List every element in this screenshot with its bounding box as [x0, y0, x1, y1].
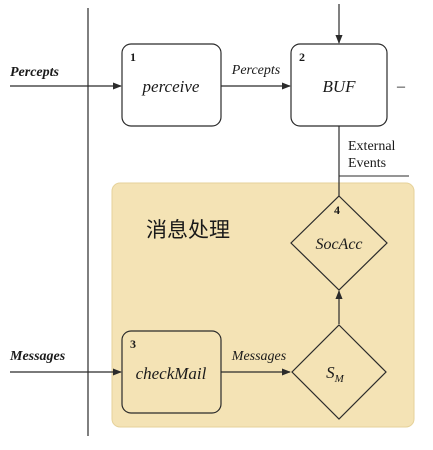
perceive-node-label: perceive	[142, 77, 200, 96]
region-label: 消息处理	[146, 218, 230, 242]
perceive-to-buf-label: Percepts	[231, 63, 281, 78]
buf-node-number: 2	[299, 50, 305, 64]
check-mail-node-label: checkMail	[136, 364, 207, 383]
percepts-input-label: Percepts	[10, 65, 60, 80]
buf-node-label: BUF	[322, 77, 356, 96]
external-events-label-line1: External	[348, 139, 396, 154]
diagram-canvas: 消息处理 Percepts Messages 1 perceive Percep…	[0, 0, 433, 450]
soc-acc-node-number: 4	[334, 203, 340, 217]
buf-trailing-mark: –	[396, 78, 406, 95]
perceive-node-number: 1	[130, 50, 136, 64]
check-mail-to-s-m-label: Messages	[231, 349, 287, 364]
soc-acc-node-label: SocAcc	[315, 236, 362, 253]
messages-input-label: Messages	[9, 349, 66, 364]
check-mail-node-number: 3	[130, 337, 136, 351]
s-m-node-subscript: M	[334, 373, 345, 385]
external-events-label-line2: Events	[348, 156, 386, 171]
